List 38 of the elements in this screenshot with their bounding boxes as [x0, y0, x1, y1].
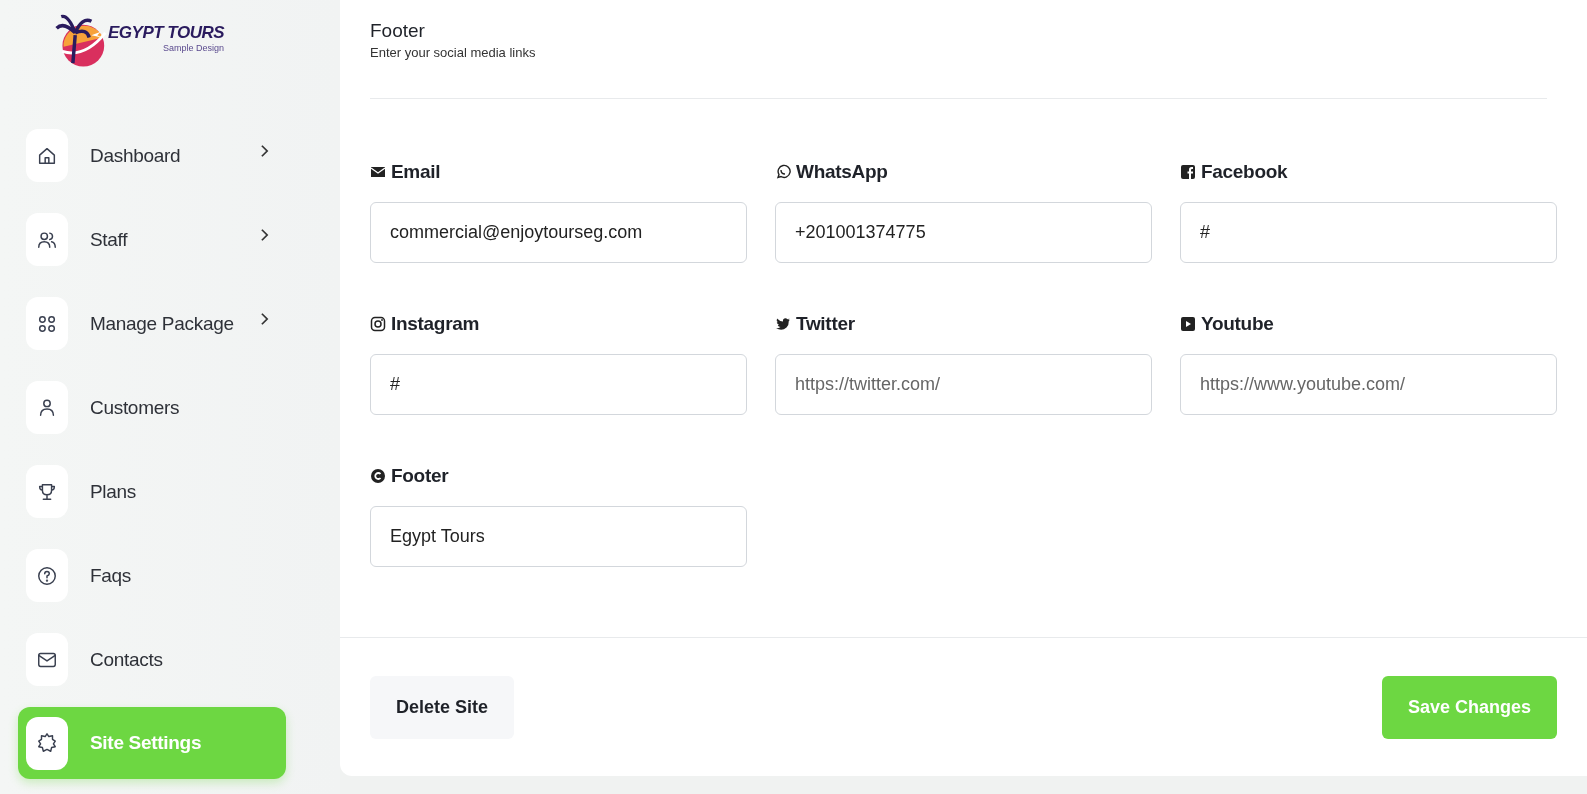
youtube-icon: [1180, 316, 1196, 332]
chevron-right-icon: [260, 312, 269, 326]
field-label: Email: [391, 161, 441, 183]
facebook-icon: [1180, 164, 1196, 180]
help-icon: [36, 564, 58, 587]
field-label: Youtube: [1201, 313, 1274, 335]
text-field[interactable]: #: [1180, 202, 1557, 263]
twitter-icon: [775, 316, 791, 332]
whatsapp-icon: [775, 164, 791, 180]
section-subtitle: Enter your social media links: [370, 45, 537, 60]
settings-icon: [36, 732, 58, 754]
sidebar-item[interactable]: Plans: [18, 465, 286, 518]
logo-subtitle: Sample Design: [163, 43, 225, 53]
sidebar-item[interactable]: Staff: [18, 213, 286, 266]
section-title: Footer: [370, 20, 426, 42]
sidebar-item[interactable]: Faqs: [18, 549, 286, 602]
text-field[interactable]: https://www.youtube.com/: [1180, 354, 1557, 415]
field-label: Twitter: [796, 313, 855, 335]
chevron-right-icon: [260, 144, 269, 158]
instagram-icon: [370, 316, 386, 332]
sidebar-item[interactable]: Manage Package: [18, 297, 286, 350]
text-field[interactable]: #: [370, 354, 747, 415]
sidebar-item[interactable]: Contacts: [18, 633, 286, 686]
text-field[interactable]: https://twitter.com/: [775, 354, 1152, 415]
chevron-right-icon: [260, 228, 269, 242]
sidebar-item[interactable]: Dashboard: [18, 129, 286, 182]
text-field[interactable]: +201001374775: [775, 202, 1152, 263]
text-field[interactable]: Egypt Tours: [370, 506, 747, 567]
sidebar-item[interactable]: Customers: [18, 381, 286, 434]
field-label: Facebook: [1201, 161, 1288, 183]
field-label: WhatsApp: [796, 161, 888, 183]
field-label: Instagram: [391, 313, 480, 335]
logo-title: EGYPT TOURS: [108, 23, 225, 43]
text-field[interactable]: commercial@enjoytourseg.com: [370, 202, 747, 263]
envelope-icon: [370, 164, 386, 180]
delete-site-button[interactable]: Delete Site: [370, 676, 515, 739]
field-label: Footer: [391, 465, 449, 487]
copyright-icon: [370, 468, 386, 484]
